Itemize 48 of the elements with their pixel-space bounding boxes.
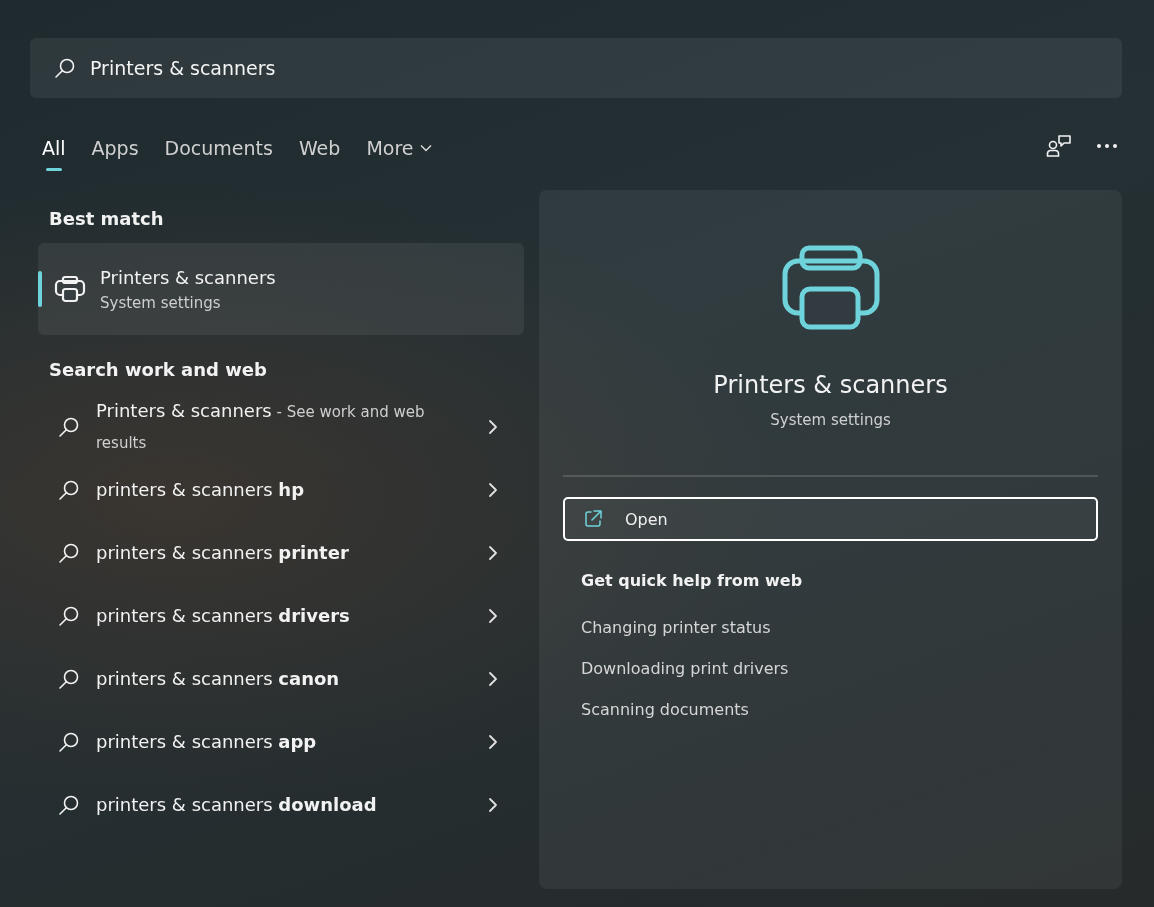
web-suggestion[interactable]: Printers & scanners - See work and web results <box>38 395 524 458</box>
search-bar[interactable]: Printers & scanners <box>30 38 1122 98</box>
web-suggestion[interactable]: printers & scanners download <box>38 773 524 836</box>
search-icon <box>58 730 80 753</box>
chevron-right-icon <box>488 544 498 561</box>
search-icon <box>58 478 80 501</box>
tab[interactable]: Web <box>290 133 349 173</box>
search-icon <box>58 667 80 690</box>
chevron-right-icon <box>488 607 498 624</box>
search-icon <box>54 57 76 79</box>
help-link[interactable]: Scanning documents <box>581 700 749 719</box>
ellipsis-icon <box>1096 143 1118 149</box>
open-button[interactable]: Open <box>563 497 1098 541</box>
tab[interactable]: All <box>34 133 74 173</box>
web-suggestion[interactable]: printers & scanners hp <box>38 458 524 521</box>
search-icon <box>58 415 80 438</box>
best-match-item[interactable]: Printers & scanners System settings <box>38 243 524 335</box>
help-heading: Get quick help from web <box>581 571 803 590</box>
web-suggestion[interactable]: printers & scanners canon <box>38 647 524 710</box>
app-subtitle: System settings <box>770 411 891 429</box>
tab[interactable]: More <box>358 133 441 173</box>
web-suggestion[interactable]: printers & scanners printer <box>38 521 524 584</box>
section-heading: Search work and web <box>48 358 268 382</box>
section-heading: Best match <box>48 207 165 231</box>
person-speech-bubble-icon <box>1046 134 1072 158</box>
result-subtitle: System settings <box>100 293 222 312</box>
chevron-right-icon <box>488 796 498 813</box>
search-icon <box>58 541 80 564</box>
tab[interactable]: Apps <box>83 133 147 173</box>
search-icon <box>58 793 80 816</box>
chevron-right-icon <box>488 418 498 435</box>
chevron-right-icon <box>488 670 498 687</box>
search-field[interactable]: Printers & scanners <box>90 57 1098 79</box>
chevron-right-icon <box>488 481 498 498</box>
tab[interactable]: Documents <box>156 133 281 173</box>
app-title: Printers & scanners <box>713 371 948 399</box>
help-link[interactable]: Changing printer status <box>581 618 771 637</box>
chevron-right-icon <box>488 733 498 750</box>
help-link[interactable]: Downloading print drivers <box>581 659 789 678</box>
web-suggestion[interactable]: printers & scanners drivers <box>38 584 524 647</box>
open-external-icon <box>583 509 603 529</box>
chevron-down-icon <box>420 144 433 152</box>
printer-icon <box>781 245 880 331</box>
result-title: Printers & scanners <box>100 266 276 288</box>
search-icon <box>58 604 80 627</box>
printer-icon <box>54 275 86 303</box>
web-suggestion[interactable]: printers & scanners app <box>38 710 524 773</box>
selection-indicator <box>38 271 42 307</box>
